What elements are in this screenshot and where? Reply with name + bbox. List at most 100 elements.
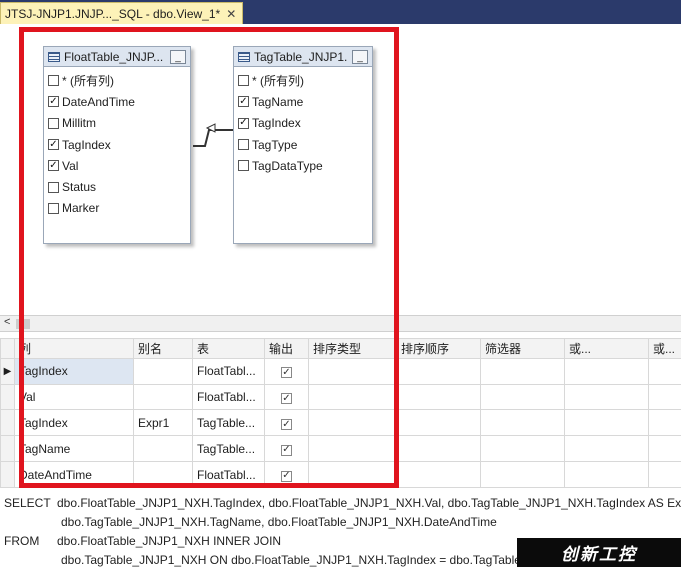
table-row[interactable]: Val FloatTabl... ✓ xyxy=(1,384,681,410)
output-checkbox[interactable]: ✓ xyxy=(281,393,292,404)
field-checkbox[interactable]: ✓ xyxy=(48,160,59,171)
field-row[interactable]: ✓TagIndex xyxy=(238,113,372,134)
table-box-floattable[interactable]: FloatTable_JNJP... _ * (所有列) ✓DateAndTim… xyxy=(43,46,191,244)
field-row[interactable]: ✓TagName xyxy=(238,91,372,112)
cell-column[interactable]: TagIndex xyxy=(15,410,134,436)
cell-sort-type[interactable] xyxy=(309,384,397,410)
table-row[interactable]: DateAndTime FloatTabl... ✓ xyxy=(1,462,681,488)
column-header[interactable]: 列 xyxy=(15,339,134,359)
field-row[interactable]: * (所有列) xyxy=(238,70,372,91)
field-row[interactable]: * (所有列) xyxy=(48,70,190,91)
cell-output[interactable]: ✓ xyxy=(265,384,309,410)
diagram-horizontal-scrollbar[interactable]: < xyxy=(0,315,681,332)
field-checkbox[interactable]: ✓ xyxy=(238,96,249,107)
column-header[interactable]: 排序类型 xyxy=(309,339,397,359)
cell-output[interactable]: ✓ xyxy=(265,358,309,384)
cell-or[interactable] xyxy=(565,358,649,384)
cell-alias[interactable] xyxy=(134,358,193,384)
output-checkbox[interactable]: ✓ xyxy=(281,419,292,430)
cell-sort-type[interactable] xyxy=(309,436,397,462)
cell-or[interactable] xyxy=(649,358,681,384)
cell-or[interactable] xyxy=(649,384,681,410)
field-checkbox[interactable]: ✓ xyxy=(48,139,59,150)
cell-table[interactable]: FloatTabl... xyxy=(193,384,265,410)
cell-or[interactable] xyxy=(649,410,681,436)
table-row[interactable]: TagIndex Expr1 TagTable... ✓ xyxy=(1,410,681,436)
column-header[interactable]: 筛选器 xyxy=(481,339,565,359)
cell-alias[interactable]: Expr1 xyxy=(134,410,193,436)
column-header[interactable]: 别名 xyxy=(134,339,193,359)
output-checkbox[interactable]: ✓ xyxy=(281,445,292,456)
field-row[interactable]: Marker xyxy=(48,198,190,219)
cell-table[interactable]: TagTable... xyxy=(193,436,265,462)
cell-column[interactable]: TagName xyxy=(15,436,134,462)
table-box-title[interactable]: FloatTable_JNJP... _ xyxy=(44,47,190,67)
cell-filter[interactable] xyxy=(481,358,565,384)
cell-filter[interactable] xyxy=(481,436,565,462)
field-row[interactable]: ✓TagIndex xyxy=(48,134,190,155)
field-checkbox[interactable] xyxy=(48,182,59,193)
cell-filter[interactable] xyxy=(481,410,565,436)
column-header[interactable]: 输出 xyxy=(265,339,309,359)
cell-output[interactable]: ✓ xyxy=(265,462,309,488)
cell-column[interactable]: Val xyxy=(15,384,134,410)
cell-sort-type[interactable] xyxy=(309,410,397,436)
diagram-pane[interactable]: FloatTable_JNJP... _ * (所有列) ✓DateAndTim… xyxy=(0,24,681,315)
cell-sort-type[interactable] xyxy=(309,358,397,384)
field-checkbox[interactable]: ✓ xyxy=(238,118,249,129)
cell-table[interactable]: FloatTabl... xyxy=(193,462,265,488)
cell-or[interactable] xyxy=(565,436,649,462)
join-line-icon[interactable] xyxy=(193,122,233,150)
field-row[interactable]: ✓DateAndTime xyxy=(48,91,190,112)
cell-output[interactable]: ✓ xyxy=(265,436,309,462)
table-row[interactable]: TagName TagTable... ✓ xyxy=(1,436,681,462)
minimize-button[interactable]: _ xyxy=(352,50,368,64)
cell-or[interactable] xyxy=(649,436,681,462)
table-box-tagtable[interactable]: TagTable_JNJP1... _ * (所有列) ✓TagName ✓Ta… xyxy=(233,46,373,244)
cell-sort-order[interactable] xyxy=(397,436,481,462)
cell-column[interactable]: DateAndTime xyxy=(15,462,134,488)
field-checkbox[interactable] xyxy=(238,160,249,171)
cell-alias[interactable] xyxy=(134,462,193,488)
close-icon[interactable]: ✕ xyxy=(226,7,236,21)
cell-table[interactable]: TagTable... xyxy=(193,410,265,436)
cell-table[interactable]: FloatTabl... xyxy=(193,358,265,384)
field-checkbox[interactable] xyxy=(238,75,249,86)
cell-sort-order[interactable] xyxy=(397,358,481,384)
field-row[interactable]: TagDataType xyxy=(238,155,372,176)
cell-alias[interactable] xyxy=(134,436,193,462)
field-checkbox[interactable]: ✓ xyxy=(48,96,59,107)
table-row[interactable]: ▶ TagIndex FloatTabl... ✓ xyxy=(1,358,681,384)
column-header[interactable]: 或... xyxy=(565,339,649,359)
field-checkbox[interactable] xyxy=(238,139,249,150)
field-row[interactable]: TagType xyxy=(238,134,372,155)
table-box-title[interactable]: TagTable_JNJP1... _ xyxy=(234,47,372,67)
cell-or[interactable] xyxy=(649,462,681,488)
cell-filter[interactable] xyxy=(481,462,565,488)
field-checkbox[interactable] xyxy=(48,118,59,129)
output-checkbox[interactable]: ✓ xyxy=(281,471,292,482)
field-row[interactable]: Millitm xyxy=(48,113,190,134)
field-row[interactable]: ✓Val xyxy=(48,155,190,176)
cell-sort-order[interactable] xyxy=(397,384,481,410)
field-checkbox[interactable] xyxy=(48,203,59,214)
cell-or[interactable] xyxy=(565,384,649,410)
cell-or[interactable] xyxy=(565,410,649,436)
output-checkbox[interactable]: ✓ xyxy=(281,367,292,378)
field-row[interactable]: Status xyxy=(48,176,190,197)
cell-filter[interactable] xyxy=(481,384,565,410)
document-tab[interactable]: JTSJ-JNJP1.JNJP..._SQL - dbo.View_1* ✕ xyxy=(0,2,243,24)
field-checkbox[interactable] xyxy=(48,75,59,86)
cell-sort-order[interactable] xyxy=(397,410,481,436)
cell-alias[interactable] xyxy=(134,384,193,410)
cell-sort-type[interactable] xyxy=(309,462,397,488)
column-header[interactable]: 表 xyxy=(193,339,265,359)
minimize-button[interactable]: _ xyxy=(170,50,186,64)
cell-or[interactable] xyxy=(565,462,649,488)
cell-sort-order[interactable] xyxy=(397,462,481,488)
criteria-grid[interactable]: 列 别名 表 输出 排序类型 排序顺序 筛选器 或... 或... ▶ TagI… xyxy=(0,338,681,488)
scrollbar-thumb[interactable] xyxy=(16,319,30,329)
cell-column[interactable]: TagIndex xyxy=(15,358,134,384)
scroll-left-icon[interactable]: < xyxy=(4,316,10,328)
column-header[interactable]: 排序顺序 xyxy=(397,339,481,359)
